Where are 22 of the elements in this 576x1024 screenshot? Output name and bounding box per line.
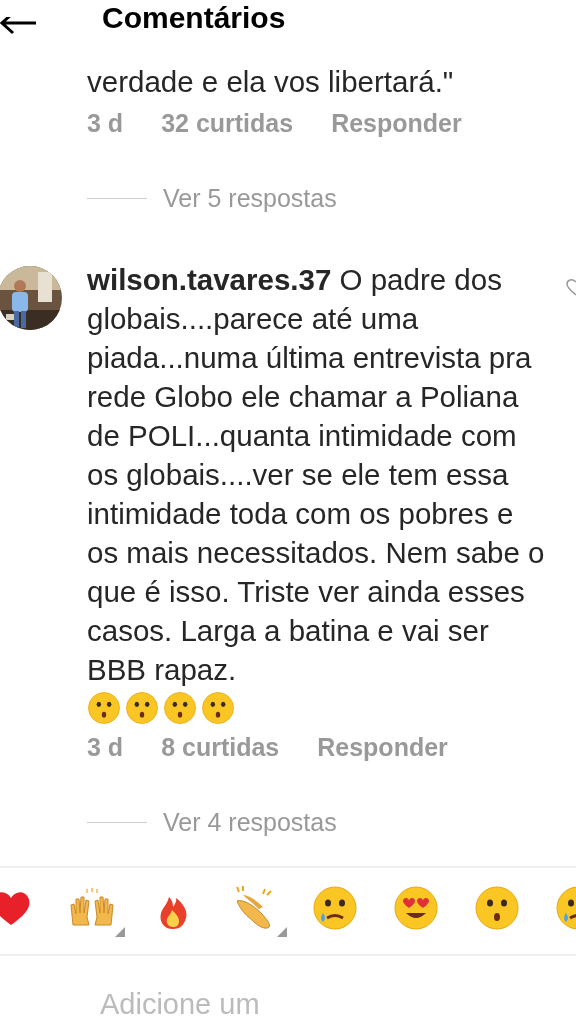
hushed-face-icon [87, 691, 121, 725]
view-replies-link[interactable]: Ver 5 respostas [163, 183, 337, 213]
hushed-face-icon [163, 691, 197, 725]
page-title: Comentários [102, 1, 286, 35]
likes-count[interactable]: 32 curtidas [161, 109, 294, 138]
hushed-face-icon [201, 691, 235, 725]
comment-input[interactable]: Adicione um [100, 988, 260, 1021]
heart-outline-icon[interactable] [566, 278, 576, 296]
comment-text: verdade e ela vos libertará." [87, 65, 454, 98]
heart-eyes-face-icon [393, 885, 439, 931]
crying-face-icon [312, 885, 358, 931]
hushed-face-icon [125, 691, 159, 725]
hushed-face-icon [474, 885, 520, 931]
comment-time: 3 d [87, 109, 124, 138]
likes-count[interactable]: 8 curtidas [161, 733, 280, 762]
reply-link[interactable]: Responder [331, 109, 462, 138]
comment-text: wilson.tavares.37 O padre dos globais....parece até uma piada...numa última entrevista pra rede Globo ele chamar a Poliana de POLI...quanta intimidade com os globais....ver se ele tem essa intimidade toda com os pobres e os mais necessitados. Nem sabe o que é isso. Triste ver ainda esses casos. Larga a batina e vai ser BBB rapaz. [87, 263, 545, 686]
variants-triangle-icon [115, 927, 125, 937]
variants-triangle-icon [277, 927, 287, 937]
comment-time: 3 d [87, 733, 124, 762]
view-replies-link[interactable]: Ver 4 respostas [163, 807, 337, 837]
reply-link[interactable]: Responder [317, 733, 448, 762]
